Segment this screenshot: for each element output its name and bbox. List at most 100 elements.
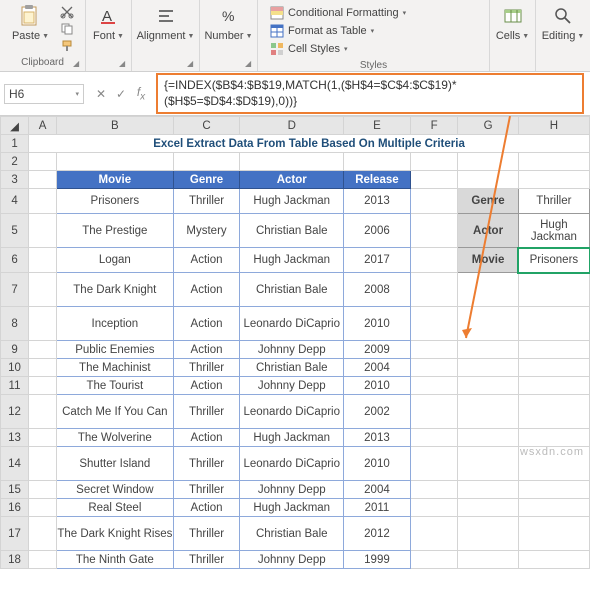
cell[interactable] [518,273,589,307]
table-cell[interactable]: Thriller [173,447,240,481]
row-header[interactable]: 15 [1,481,29,499]
table-cell[interactable]: Shutter Island [57,447,174,481]
table-cell[interactable]: Thriller [173,189,240,214]
table-cell[interactable]: 2010 [344,307,411,341]
table-header[interactable]: Genre [173,171,240,189]
table-cell[interactable]: Logan [57,248,174,273]
col-header[interactable]: D [240,117,344,135]
cell[interactable] [458,429,518,447]
table-cell[interactable]: 2010 [344,447,411,481]
cell[interactable] [410,307,457,341]
table-cell[interactable]: 2011 [344,499,411,517]
cell[interactable] [518,341,589,359]
cell[interactable] [458,341,518,359]
cell[interactable] [240,153,344,171]
cell[interactable] [410,248,457,273]
lookup-value[interactable]: Hugh Jackman [518,214,589,248]
table-cell[interactable]: 2013 [344,429,411,447]
lookup-label[interactable]: Genre [458,189,518,214]
table-cell[interactable]: Christian Bale [240,214,344,248]
cell[interactable] [29,341,57,359]
table-cell[interactable]: Thriller [173,551,240,569]
cut-button[interactable] [57,4,77,20]
conditional-formatting-button[interactable]: Conditional Formatting▾ [268,4,408,21]
cell[interactable] [518,499,589,517]
table-cell[interactable]: Public Enemies [57,341,174,359]
table-cell[interactable]: 2002 [344,395,411,429]
table-cell[interactable]: Secret Window [57,481,174,499]
cell[interactable] [410,447,457,481]
table-cell[interactable]: The Dark Knight Rises [57,517,174,551]
cell[interactable] [410,341,457,359]
paste-button[interactable]: Paste▼ [8,2,53,44]
table-cell[interactable]: Inception [57,307,174,341]
col-header[interactable]: H [518,117,589,135]
col-header[interactable]: E [344,117,411,135]
table-cell[interactable]: The Ninth Gate [57,551,174,569]
col-header[interactable]: G [458,117,518,135]
table-cell[interactable]: The Prestige [57,214,174,248]
table-header[interactable]: Movie [57,171,174,189]
row-header[interactable]: 11 [1,377,29,395]
cell[interactable] [173,153,240,171]
cell[interactable] [458,481,518,499]
cell[interactable] [29,248,57,273]
table-cell[interactable]: Christian Bale [240,273,344,307]
table-cell[interactable]: Leonardo DiCaprio [240,447,344,481]
cell[interactable] [458,551,518,569]
dialog-launcher-icon[interactable]: ◢ [119,59,129,69]
cell[interactable] [518,307,589,341]
table-cell[interactable]: 2004 [344,481,411,499]
enter-icon[interactable]: ✓ [112,85,130,103]
table-cell[interactable]: Thriller [173,359,240,377]
cell[interactable] [29,551,57,569]
table-cell[interactable]: Johnny Depp [240,481,344,499]
table-cell[interactable]: Action [173,273,240,307]
col-header[interactable]: F [410,117,457,135]
col-header[interactable]: C [173,117,240,135]
cell[interactable] [458,499,518,517]
table-cell[interactable]: Johnny Depp [240,551,344,569]
row-header[interactable]: 3 [1,171,29,189]
table-cell[interactable]: Thriller [173,395,240,429]
lookup-label[interactable]: Movie [458,248,518,273]
cell[interactable] [410,359,457,377]
table-cell[interactable]: 2013 [344,189,411,214]
cell[interactable] [518,481,589,499]
cell[interactable] [518,153,589,171]
row-header[interactable]: 18 [1,551,29,569]
cell[interactable] [29,517,57,551]
cell[interactable] [410,499,457,517]
table-cell[interactable]: Action [173,248,240,273]
row-header[interactable]: 5 [1,214,29,248]
row-header[interactable]: 13 [1,429,29,447]
cell[interactable] [518,429,589,447]
cell[interactable] [29,171,57,189]
table-cell[interactable]: Johnny Depp [240,341,344,359]
table-cell[interactable]: 1999 [344,551,411,569]
table-cell[interactable]: Hugh Jackman [240,429,344,447]
table-cell[interactable]: The Wolverine [57,429,174,447]
cell[interactable] [518,517,589,551]
cell[interactable] [29,214,57,248]
cell[interactable] [29,189,57,214]
dialog-launcher-icon[interactable]: ◢ [187,59,197,69]
cell[interactable] [344,153,411,171]
row-header[interactable]: 9 [1,341,29,359]
dialog-launcher-icon[interactable]: ◢ [73,59,83,69]
cell[interactable] [410,551,457,569]
lookup-label[interactable]: Actor [458,214,518,248]
table-cell[interactable]: Action [173,307,240,341]
table-cell[interactable]: Thriller [173,481,240,499]
table-cell[interactable]: The Tourist [57,377,174,395]
dialog-launcher-icon[interactable]: ◢ [245,59,255,69]
name-box[interactable]: H6 ▾ [4,84,84,104]
table-cell[interactable]: Action [173,429,240,447]
copy-button[interactable] [57,21,77,37]
table-cell[interactable]: Mystery [173,214,240,248]
table-cell[interactable]: 2010 [344,377,411,395]
cell[interactable] [458,153,518,171]
cell[interactable] [410,273,457,307]
cell[interactable] [410,429,457,447]
table-cell[interactable]: Hugh Jackman [240,248,344,273]
